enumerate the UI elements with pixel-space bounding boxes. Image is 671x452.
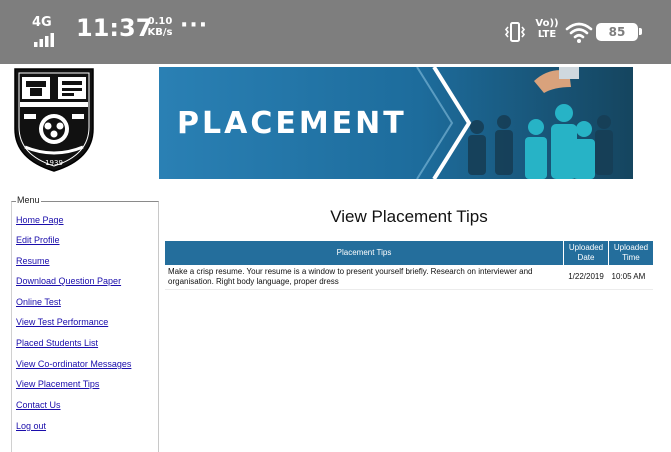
menu-legend: Menu	[16, 194, 41, 206]
battery-level: 85	[596, 23, 638, 41]
status-bar: 4G 11:37 0.10 KB/s ··· Vo)) LTE 85	[0, 0, 671, 64]
wifi-icon	[565, 22, 593, 43]
page-title: View Placement Tips	[330, 207, 488, 226]
placement-tips-table: Placement Tips Uploaded Date Uploaded Ti…	[165, 241, 653, 290]
tip-text-cell: Make a crisp resume. Your resume is a wi…	[165, 265, 564, 290]
volte-bottom-label: LTE	[537, 29, 557, 40]
column-header-uploaded-time: Uploaded Time	[608, 241, 653, 265]
volte-indicator: Vo)) LTE	[533, 18, 561, 40]
placement-banner: PLACEMENT	[159, 67, 633, 179]
column-header-uploaded-date: Uploaded Date	[563, 241, 609, 265]
sidebar-menu: Menu Home Page Edit Profile Resume Downl…	[11, 194, 159, 452]
menu-item-resume[interactable]: Resume	[16, 255, 50, 267]
uploaded-time-cell: 10:05 AM	[608, 265, 653, 290]
column-header-placement-tips: Placement Tips	[165, 241, 564, 265]
college-logo: 1939	[11, 67, 97, 173]
clock: 11:37	[76, 14, 153, 42]
menu-item-online-test[interactable]: Online Test	[16, 296, 61, 308]
table-header-row: Placement Tips Uploaded Date Uploaded Ti…	[165, 241, 653, 265]
menu-item-home-page[interactable]: Home Page	[16, 214, 64, 226]
menu-item-view-test-performance[interactable]: View Test Performance	[16, 316, 108, 328]
menu-item-download-question-paper[interactable]: Download Question Paper	[16, 275, 121, 287]
network-type: 4G	[32, 15, 52, 30]
more-notifications-icon: ···	[180, 13, 209, 38]
battery-icon: 85	[596, 23, 642, 41]
menu-item-log-out[interactable]: Log out	[16, 420, 46, 432]
network-speed-value: 0.10	[147, 16, 173, 27]
network-speed-unit: KB/s	[147, 27, 173, 38]
vibrate-icon	[504, 22, 526, 42]
table-row: Make a crisp resume. Your resume is a wi…	[165, 265, 653, 290]
logo-year: 1939	[45, 159, 63, 167]
menu-item-view-coordinator-messages[interactable]: View Co-ordinator Messages	[16, 358, 131, 370]
menu-item-view-placement-tips[interactable]: View Placement Tips	[16, 378, 99, 390]
uploaded-date-cell: 1/22/2019	[563, 265, 609, 290]
menu-item-contact-us[interactable]: Contact Us	[16, 399, 61, 411]
signal-strength-icon: 4G	[32, 16, 62, 50]
volte-top-label: Vo))	[535, 18, 559, 29]
menu-item-placed-students-list[interactable]: Placed Students List	[16, 337, 98, 349]
menu-item-edit-profile[interactable]: Edit Profile	[16, 234, 60, 246]
banner-title: PLACEMENT	[177, 106, 407, 141]
network-speed: 0.10 KB/s	[146, 16, 174, 38]
